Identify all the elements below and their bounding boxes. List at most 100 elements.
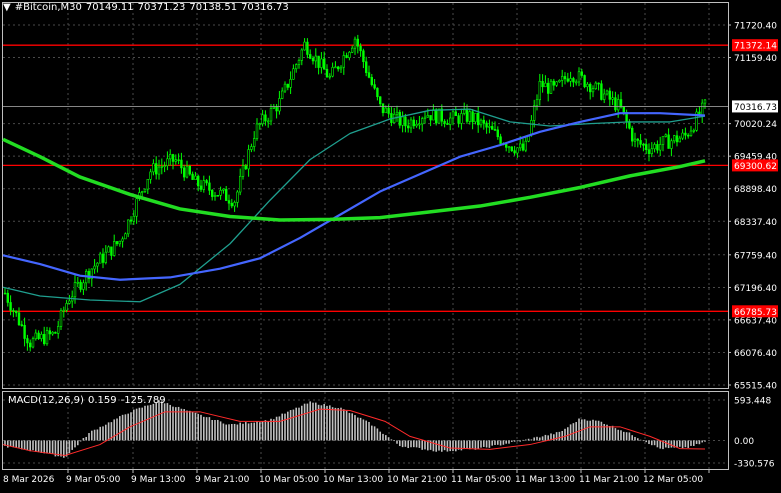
chart-canvas[interactable]: 71720.4071159.4070020.2469459.4068898.40… (0, 0, 781, 489)
macd-histogram-bar (401, 440, 404, 448)
macd-histogram-bar (569, 424, 572, 441)
macd-histogram-bar (298, 407, 300, 441)
macd-histogram-bar (634, 436, 636, 441)
macd-histogram-bar (85, 436, 87, 441)
macd-histogram-bar (530, 439, 533, 441)
macd-histogram-bar (7, 440, 9, 448)
macd-histogram-bar (508, 440, 510, 444)
macd-histogram-bar (519, 440, 521, 442)
macd-histogram-bar (586, 420, 589, 441)
macd-histogram-bar (105, 424, 107, 441)
macd-histogram-bar (326, 405, 328, 441)
macd-histogram-bar (631, 435, 633, 441)
macd-histogram-bar (205, 417, 208, 441)
macd-histogram-bar (138, 407, 141, 441)
macd-histogram-bar (387, 437, 390, 441)
macd-histogram-bar (455, 440, 457, 452)
macd-histogram-bar (214, 420, 216, 441)
price-tick-label: 65515.40 (734, 382, 777, 392)
macd-histogram-bar (443, 440, 446, 451)
macd-histogram-bar (315, 402, 317, 441)
macd-histogram-bar (575, 421, 577, 441)
macd-histogram-bar (60, 440, 62, 457)
trading-chart-window[interactable]: 71720.40 71159.40 70020.24 69459.40 68898.40… (0, 0, 781, 489)
macd-histogram-bar (287, 411, 289, 441)
dropdown-arrow-icon[interactable]: ▼ (3, 2, 11, 13)
macd-histogram-bar (536, 436, 538, 441)
macd-histogram-bar (656, 440, 659, 448)
macd-histogram-bar (452, 440, 454, 452)
macd-histogram-bar (144, 405, 146, 441)
macd-histogram-bar (421, 440, 423, 450)
macd-histogram-bar (77, 440, 79, 446)
level-price-tag: 66785.73 (732, 305, 778, 318)
macd-histogram-bar (239, 422, 241, 441)
macd-histogram-bar (446, 440, 449, 452)
macd-histogram-bar (102, 426, 104, 441)
price-tick-label: 68337.40 (734, 218, 777, 228)
macd-histogram-bar (79, 440, 82, 442)
macd-histogram-bar (82, 438, 85, 441)
macd-histogram-bar (284, 413, 286, 441)
macd-histogram-bar (681, 440, 684, 449)
macd-histogram-bar (186, 410, 188, 441)
macd-histogram-bar (642, 440, 645, 442)
macd-histogram-bar (242, 423, 244, 441)
macd-histogram-bar (382, 433, 384, 441)
macd-histogram-bar (413, 440, 415, 448)
macd-histogram-bar (247, 423, 250, 441)
macd-histogram-bar (40, 440, 43, 453)
macd-histogram-bar (592, 419, 594, 441)
macd-histogram-bar (676, 440, 678, 448)
macd-histogram-bar (189, 410, 191, 441)
macd-histogram-bar (340, 407, 342, 441)
macd-histogram-bar (597, 420, 600, 441)
macd-histogram-bar (483, 440, 485, 447)
candle (437, 108, 441, 124)
time-tick-label: 11 Mar 13:00 (515, 475, 575, 485)
macd-histogram-bar (589, 420, 591, 441)
macd-histogram-bar (116, 418, 118, 441)
macd-histogram-bar (357, 417, 359, 441)
macd-histogram-bar (620, 430, 622, 441)
macd-histogram-bar (180, 408, 183, 441)
macd-histogram-bar (113, 419, 115, 441)
macd-histogram-bar (275, 416, 278, 441)
macd-histogram-bar (505, 440, 507, 444)
macd-signal-value: -125.789 (120, 395, 166, 406)
macd-histogram-bar (684, 440, 687, 448)
macd-histogram-bar (614, 428, 617, 441)
macd-histogram-bar (295, 407, 297, 441)
macd-histogram-bar (567, 427, 569, 441)
macd-histogram-bar (12, 440, 15, 448)
macd-histogram-bar (494, 440, 496, 445)
macd-histogram-bar (345, 410, 348, 441)
macd-histogram-bar (233, 423, 236, 441)
macd-histogram-bar (51, 440, 54, 454)
macd-histogram-bar (497, 440, 499, 445)
macd-histogram-bar (393, 440, 395, 442)
macd-histogram-bar (57, 440, 59, 457)
macd-histogram-bar (211, 420, 213, 441)
macd-histogram-bar (653, 440, 656, 446)
open-value: 70149.11 (85, 2, 134, 13)
candle (583, 74, 586, 89)
macd-histogram-bar (449, 440, 451, 452)
macd-histogram-bar (334, 407, 337, 441)
macd-histogram-bar (256, 421, 258, 441)
price-tick-label: 71159.40 (734, 54, 777, 64)
macd-histogram-bar (572, 423, 575, 441)
macd-histogram-bar (466, 440, 468, 449)
time-tick-label: 11 Mar 05:00 (451, 475, 511, 485)
price-tick-label: 66076.40 (734, 349, 777, 359)
time-tick-label: 9 Mar 05:00 (66, 475, 121, 485)
macd-histogram-bar (561, 430, 563, 441)
macd-histogram-bar (18, 440, 20, 448)
time-tick-label: 10 Mar 05:00 (259, 475, 319, 485)
macd-histogram-bar (217, 419, 219, 441)
macd-histogram-bar (236, 424, 239, 441)
macd-histogram-bar (261, 421, 264, 441)
macd-histogram-bar (96, 429, 99, 441)
high-value: 70371.23 (137, 2, 186, 13)
macd-histogram-bar (385, 435, 387, 441)
